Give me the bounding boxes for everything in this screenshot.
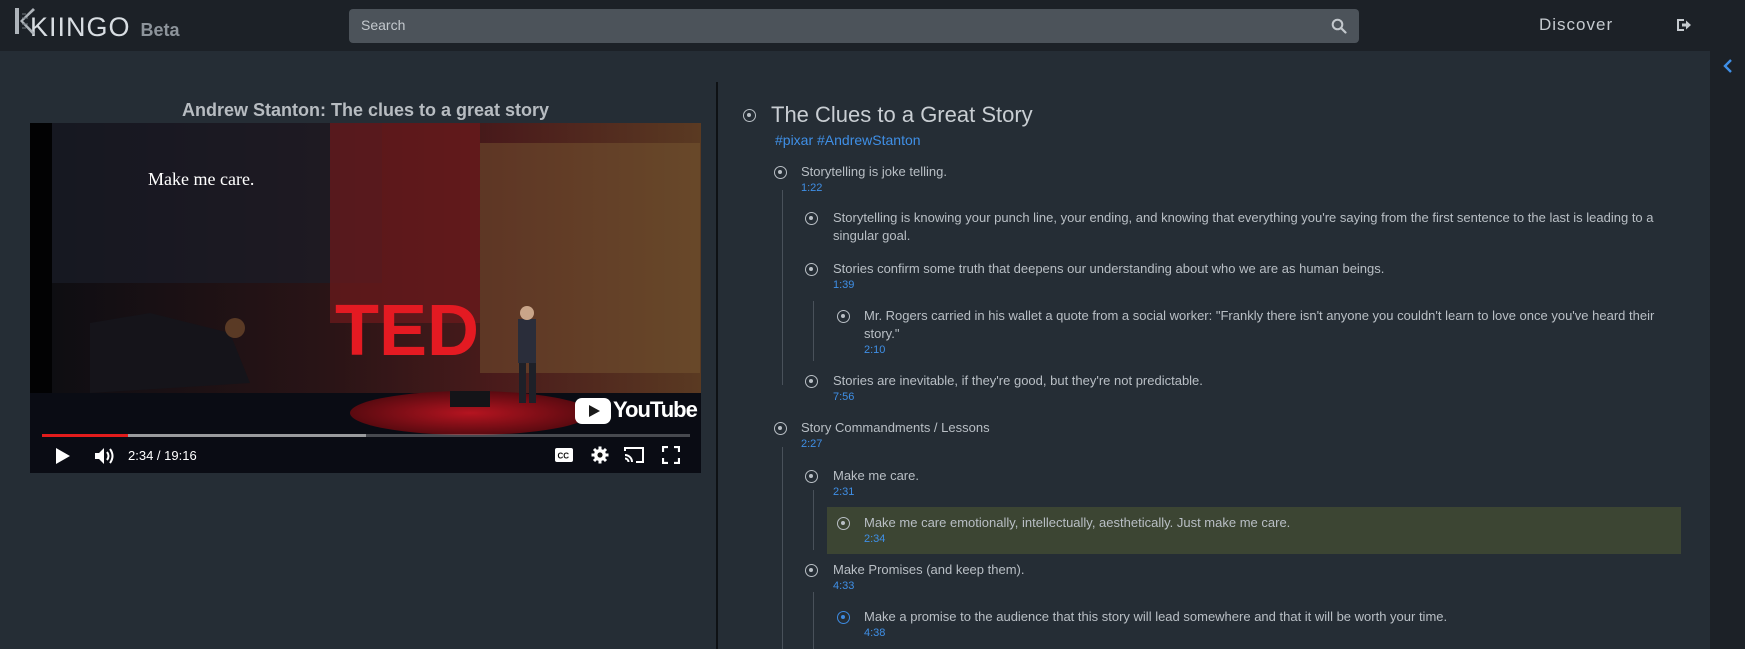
- video-title: Andrew Stanton: The clues to a great sto…: [181, 100, 550, 120]
- outline-root-bullet[interactable]: [743, 109, 756, 122]
- video-time: 2:34 / 19:16: [128, 448, 197, 463]
- outline-node-bullet[interactable]: [805, 375, 818, 388]
- outline-guide-line: [813, 490, 814, 550]
- outline-node-text[interactable]: Storytelling is joke telling.: [801, 163, 1681, 181]
- outline-guide-line: [813, 592, 814, 649]
- outline-node-bullet[interactable]: [805, 212, 818, 225]
- outline-guide-line: [813, 301, 814, 361]
- outline-guide-line: [782, 447, 783, 649]
- captions-icon[interactable]: CC: [554, 447, 574, 463]
- logout-icon[interactable]: [1676, 18, 1692, 32]
- youtube-brand: YouTube: [613, 397, 698, 422]
- discover-link[interactable]: Discover: [1539, 15, 1613, 35]
- outline-node-bullet[interactable]: [805, 564, 818, 577]
- outline-title: The Clues to a Great Story: [771, 102, 1033, 127]
- outline-node-timestamp[interactable]: 4:38: [864, 627, 885, 639]
- video-caption: Make me care.: [148, 169, 254, 189]
- outline-node-bullet[interactable]: [805, 263, 818, 276]
- outline-node-bullet[interactable]: [837, 310, 850, 323]
- video-player[interactable]: TED Make me care. YouTube 2:34 / 19:16 C…: [30, 123, 701, 473]
- volume-icon[interactable]: [94, 447, 116, 465]
- search-icon[interactable]: [1331, 18, 1347, 34]
- svg-text:CC: CC: [558, 452, 570, 461]
- outline-node-timestamp[interactable]: 2:10: [864, 344, 885, 356]
- outline-node-timestamp[interactable]: 7:56: [833, 391, 854, 403]
- outline-node-bullet[interactable]: [774, 422, 787, 435]
- play-icon[interactable]: [55, 447, 71, 465]
- outline-tags[interactable]: #pixar #AndrewStanton: [775, 132, 921, 148]
- logo-text: KIINGO: [30, 12, 131, 42]
- outline-node-timestamp[interactable]: 4:33: [833, 580, 854, 592]
- search-input[interactable]: Search: [361, 17, 405, 33]
- outline-node-text[interactable]: Make Promises (and keep them).: [833, 561, 1663, 579]
- cast-icon[interactable]: [623, 446, 645, 464]
- outline-node-bullet[interactable]: [774, 166, 787, 179]
- outline-node-timestamp[interactable]: 2:31: [833, 486, 854, 498]
- outline-node-text[interactable]: Stories are inevitable, if they're good,…: [833, 372, 1663, 390]
- youtube-play-icon[interactable]: [575, 398, 615, 424]
- ted-sign: TED: [335, 291, 479, 371]
- app-logo[interactable]: KIINGO Beta: [14, 6, 180, 43]
- beta-label: Beta: [140, 20, 180, 40]
- outline-node-bullet[interactable]: [837, 517, 850, 530]
- outline-node-text[interactable]: Story Commandments / Lessons: [801, 419, 1681, 437]
- outline-node-timestamp[interactable]: 1:39: [833, 279, 854, 291]
- outline-node-bullet[interactable]: [837, 611, 850, 624]
- kiingo-logo-icon: [15, 8, 35, 35]
- outline-node-timestamp[interactable]: 2:34: [864, 533, 885, 545]
- outline-node-timestamp[interactable]: 2:27: [801, 438, 822, 450]
- right-sidebar-rail: [1710, 0, 1745, 649]
- settings-gear-icon[interactable]: [591, 446, 609, 464]
- chevron-left-icon[interactable]: [1722, 58, 1734, 74]
- outline-node-text[interactable]: Storytelling is knowing your punch line,…: [833, 209, 1663, 245]
- outline-node-text[interactable]: Mr. Rogers carried in his wallet a quote…: [864, 307, 1664, 343]
- panel-divider: [716, 82, 718, 649]
- search-bar[interactable]: Search: [349, 9, 1359, 43]
- fullscreen-icon[interactable]: [662, 446, 680, 464]
- outline-node-text[interactable]: Make me care emotionally, intellectually…: [864, 514, 1664, 532]
- outline-guide-line: [782, 190, 783, 385]
- outline-node-text[interactable]: Stories confirm some truth that deepens …: [833, 260, 1663, 278]
- outline-node-timestamp[interactable]: 1:22: [801, 182, 822, 194]
- outline-node-text[interactable]: Make me care.: [833, 467, 1663, 485]
- video-played-bar: [42, 434, 129, 437]
- outline-node-text[interactable]: Make a promise to the audience that this…: [864, 608, 1664, 626]
- video-progress-track[interactable]: [42, 434, 690, 437]
- outline-node-bullet[interactable]: [805, 470, 818, 483]
